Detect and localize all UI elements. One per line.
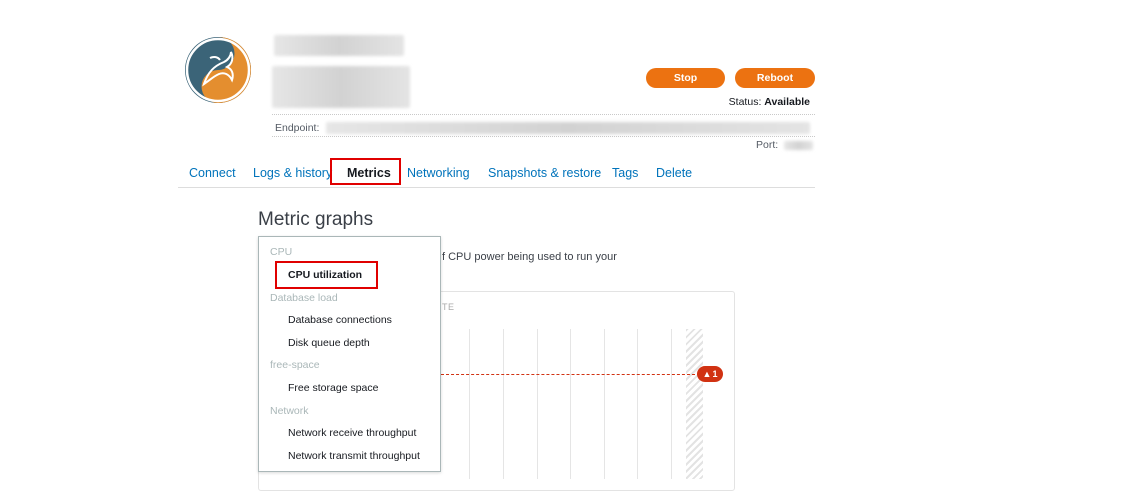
chart-gridline bbox=[604, 329, 605, 479]
status-label: Status: bbox=[728, 96, 762, 108]
divider bbox=[272, 114, 815, 115]
chart-gridline bbox=[537, 329, 538, 479]
chart-header-text: TE bbox=[442, 302, 455, 312]
option-network-receive-throughput[interactable]: Network receive throughput bbox=[288, 427, 416, 439]
endpoint-label: Endpoint: bbox=[275, 122, 320, 134]
metrics-tab-highlight bbox=[330, 158, 401, 185]
reboot-button[interactable]: Reboot bbox=[735, 68, 815, 88]
instance-details-redacted bbox=[272, 66, 410, 108]
alarm-count: 1 bbox=[712, 369, 718, 379]
dropdown-group-database-load: Database load bbox=[270, 292, 338, 304]
divider bbox=[272, 136, 815, 137]
metric-description: f CPU power being used to run your bbox=[442, 251, 617, 263]
option-disk-queue-depth[interactable]: Disk queue depth bbox=[288, 337, 370, 349]
instance-name-redacted bbox=[274, 35, 404, 56]
cpu-utilization-highlight bbox=[275, 261, 378, 289]
instance-status: Status: Available bbox=[729, 96, 810, 108]
alarm-bell-icon: ▲ bbox=[702, 369, 712, 379]
chart-gridline bbox=[637, 329, 638, 479]
option-free-storage-space[interactable]: Free storage space bbox=[288, 382, 378, 394]
option-database-connections[interactable]: Database connections bbox=[288, 314, 392, 326]
tab-connect[interactable]: Connect bbox=[189, 166, 236, 180]
dropdown-group-cpu: CPU bbox=[270, 246, 293, 258]
tab-delete[interactable]: Delete bbox=[656, 166, 692, 180]
stop-button[interactable]: Stop bbox=[646, 68, 725, 88]
chart-gridline bbox=[469, 329, 470, 479]
mysql-dolphin-icon bbox=[184, 36, 252, 104]
tab-tags[interactable]: Tags bbox=[612, 166, 638, 180]
port-value-redacted bbox=[784, 141, 813, 150]
status-value: Available bbox=[764, 96, 810, 108]
tab-networking[interactable]: Networking bbox=[407, 166, 470, 180]
tab-logs-history[interactable]: Logs & history bbox=[253, 166, 332, 180]
chart-future-region bbox=[686, 329, 703, 479]
alarm-badge[interactable]: ▲ 1 bbox=[697, 366, 723, 382]
tab-snapshots-restore[interactable]: Snapshots & restore bbox=[488, 166, 601, 180]
option-network-transmit-throughput[interactable]: Network transmit throughput bbox=[288, 450, 420, 462]
dropdown-group-network: Network bbox=[270, 405, 309, 417]
alarm-threshold-line bbox=[441, 374, 700, 375]
port-label: Port: bbox=[756, 139, 779, 151]
chart-gridline bbox=[503, 329, 504, 479]
chart-gridline bbox=[671, 329, 672, 479]
chart-gridline bbox=[570, 329, 571, 479]
tabs-divider bbox=[178, 187, 815, 188]
endpoint-value-redacted[interactable] bbox=[326, 122, 810, 134]
page-title: Metric graphs bbox=[258, 209, 374, 230]
dropdown-group-free-space: free-space bbox=[270, 359, 320, 371]
